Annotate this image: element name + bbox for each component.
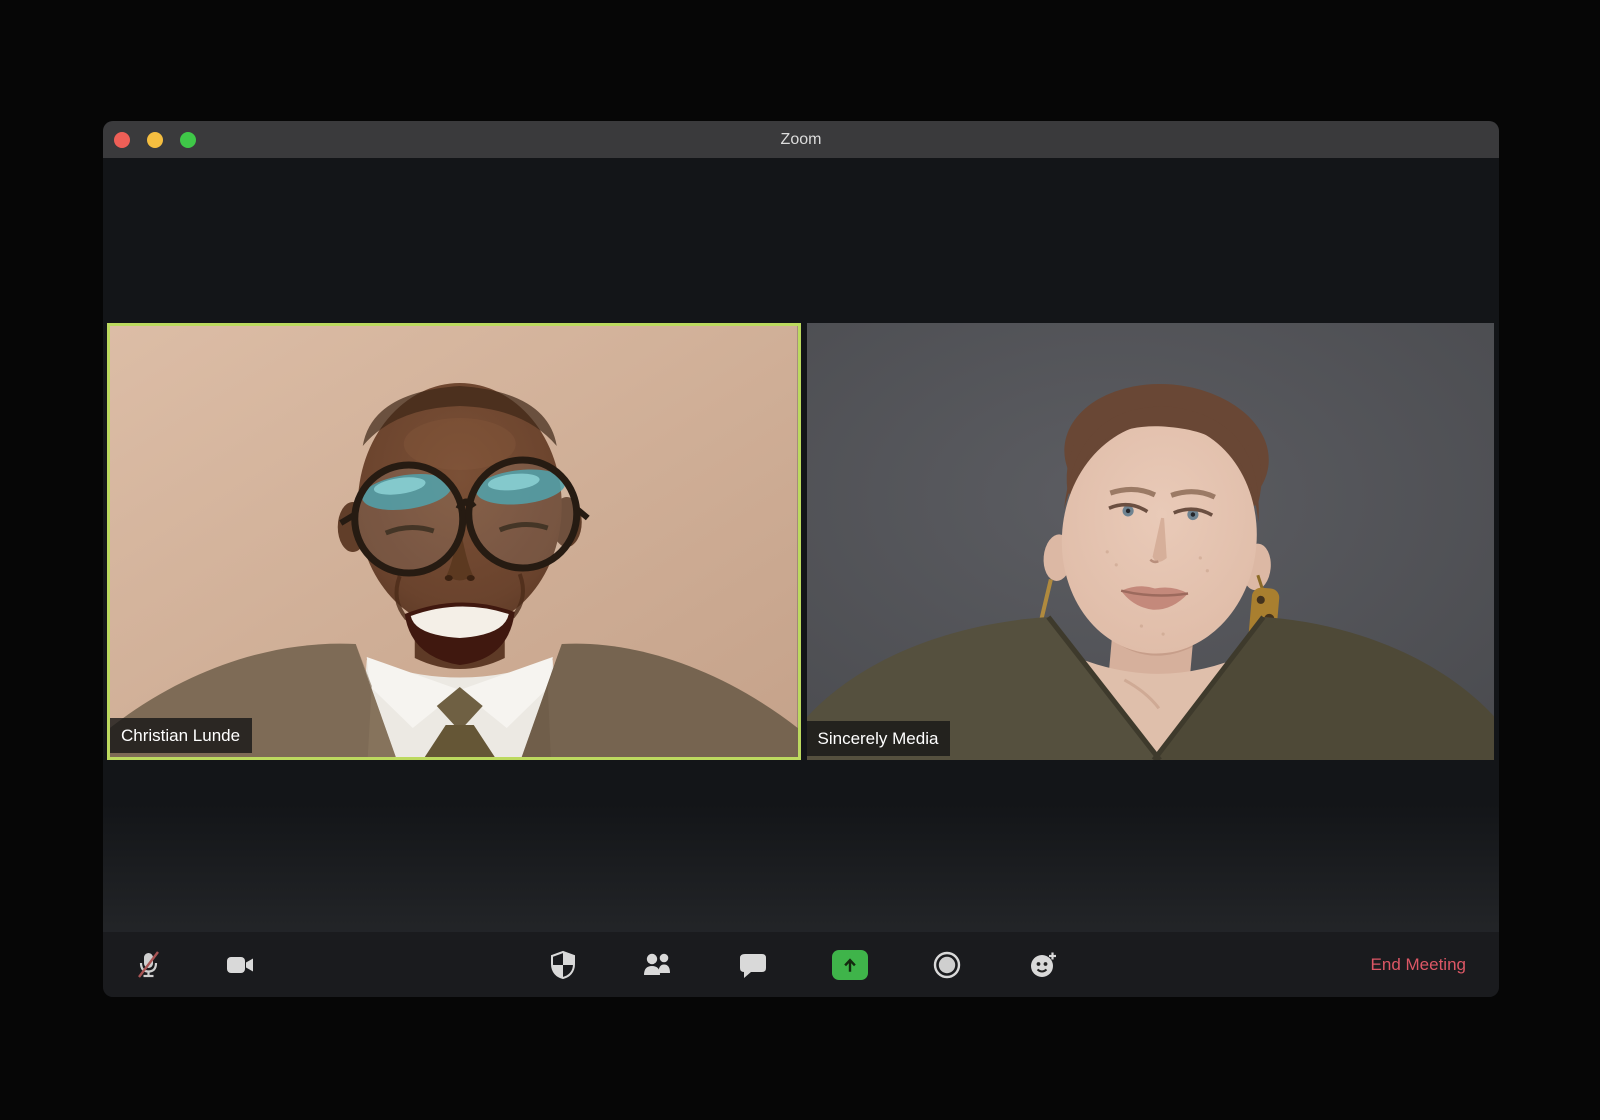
reactions-icon <box>1031 952 1056 977</box>
participant-name-label: Sincerely Media <box>806 721 951 756</box>
participant-video-man <box>110 326 798 757</box>
record-icon <box>933 951 961 978</box>
fullscreen-button[interactable] <box>180 131 196 148</box>
mute-button[interactable] <box>128 945 168 985</box>
chat-icon <box>740 953 766 978</box>
chat-button[interactable] <box>733 945 773 985</box>
zoom-window: Zoom Christian Lunde Sincerely Media End… <box>103 121 1499 997</box>
record-button[interactable] <box>927 945 967 985</box>
share-screen-icon <box>832 949 868 980</box>
video-grid: Christian Lunde Sincerely Media <box>107 323 1494 760</box>
participants-button[interactable] <box>637 945 677 985</box>
video-button[interactable] <box>220 945 260 985</box>
share-screen-button[interactable] <box>830 945 870 985</box>
video-tile-christian-lunde[interactable]: Christian Lunde <box>107 323 801 760</box>
end-meeting-button[interactable]: End Meeting <box>1369 951 1468 979</box>
video-camera-icon <box>227 956 253 973</box>
security-shield-icon <box>551 950 575 979</box>
titlebar: Zoom <box>103 121 1499 158</box>
meeting-toolbar: End Meeting <box>103 932 1499 997</box>
microphone-muted-icon <box>138 950 159 978</box>
participant-video-woman <box>806 323 1494 760</box>
window-title: Zoom <box>780 130 822 148</box>
close-button[interactable] <box>114 131 130 148</box>
minimize-button[interactable] <box>147 131 163 148</box>
reactions-button[interactable] <box>1023 945 1063 985</box>
participants-icon <box>644 953 670 975</box>
security-button[interactable] <box>543 945 583 985</box>
video-tile-sincerely-media[interactable]: Sincerely Media <box>806 323 1494 760</box>
participant-name-label: Christian Lunde <box>110 718 253 753</box>
traffic-lights <box>114 121 196 158</box>
